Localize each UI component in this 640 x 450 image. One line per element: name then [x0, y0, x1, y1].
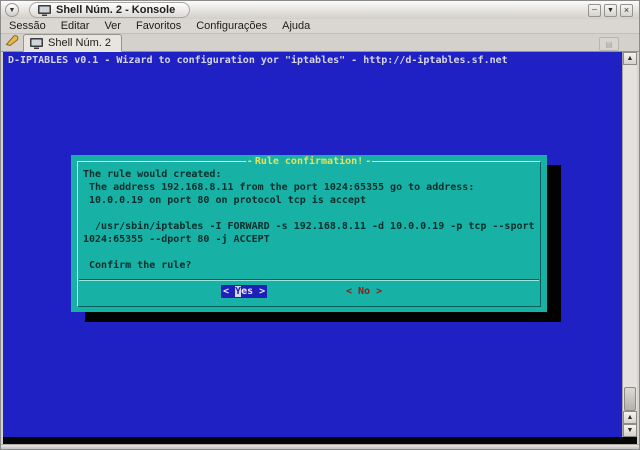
tab-list-icon: ▤ [605, 39, 613, 49]
title-dash-right: - [364, 156, 373, 167]
minimize-button[interactable]: ─ [588, 3, 601, 17]
tab-label: Shell Núm. 2 [48, 37, 111, 49]
close-button[interactable]: × [620, 3, 633, 17]
window-bottom-edge [1, 444, 639, 449]
menu-ver[interactable]: Ver [104, 20, 121, 32]
tabbar: Shell Núm. 2 ▤ [1, 33, 639, 52]
terminal-icon [30, 37, 43, 49]
wizard-backtitle: D-IPTABLES v0.1 - Wizard to configuratio… [8, 55, 508, 66]
dialog-text: The rule would created: The address 192.… [83, 168, 541, 272]
tab-shell-num-2[interactable]: Shell Núm. 2 [23, 34, 122, 52]
title-bubble: Shell Núm. 2 - Konsole [29, 2, 191, 18]
dialog-line [83, 207, 541, 220]
konsole-window: ▼ Shell Núm. 2 - Konsole ─ ▼ × Sessão Ed… [0, 0, 640, 450]
terminal-area: D-IPTABLES v0.1 - Wizard to configuratio… [1, 52, 639, 444]
scrollbar-bottom-buttons: ▲ ▼ [623, 411, 637, 437]
yes-label-pre: < [223, 286, 236, 297]
menu-editar[interactable]: Editar [61, 20, 90, 32]
dialog-line: The rule would created: [83, 169, 222, 180]
terminal-icon [38, 4, 51, 16]
title-dash-left: - [245, 156, 254, 167]
dialog-title: - Rule confirmation! - [71, 156, 547, 167]
dialog-line: 1024:65355 --dport 80 -j ACCEPT [83, 234, 270, 245]
new-session-icon [5, 33, 20, 51]
no-button[interactable]: < No > [346, 285, 382, 298]
menubar: Sessão Editar Ver Favoritos Configuraçõe… [1, 19, 639, 33]
dialog-separator [79, 279, 539, 280]
dialog-line [83, 246, 541, 259]
menu-ajuda[interactable]: Ajuda [282, 20, 310, 32]
yes-button[interactable]: < Yes > [221, 285, 268, 298]
scroll-down-button[interactable]: ▼ [623, 424, 637, 437]
rule-confirmation-dialog: - Rule confirmation! - The rule would crea… [71, 155, 547, 312]
scrollbar-thumb[interactable] [624, 387, 636, 411]
dialog-buttons: < Yes > < No > [71, 285, 547, 298]
close-icon: × [623, 4, 630, 15]
window-controls: ─ ▼ × [588, 3, 633, 17]
menu-sessao[interactable]: Sessão [9, 20, 46, 32]
shade-button[interactable]: ▼ [604, 3, 617, 17]
arrow-up-icon: ▲ [626, 414, 634, 421]
tab-list-button[interactable]: ▤ [599, 37, 619, 51]
scrollbar-track[interactable] [623, 65, 637, 411]
dialog-line: The address 192.168.8.11 from the port 1… [83, 182, 475, 193]
minimize-icon: ─ [592, 6, 597, 14]
window-title: Shell Núm. 2 - Konsole [56, 4, 176, 16]
dialog-line: 10.0.0.19 on port 80 on protocol tcp is … [83, 195, 366, 206]
dialog-line: Confirm the rule? [83, 260, 192, 271]
chevron-down-icon: ▼ [8, 6, 16, 14]
arrow-up-icon: ▲ [626, 55, 634, 62]
titlebar[interactable]: ▼ Shell Núm. 2 - Konsole ─ ▼ × [1, 1, 639, 19]
menu-favoritos[interactable]: Favoritos [136, 20, 181, 32]
window-menu-button[interactable]: ▼ [5, 3, 19, 17]
new-session-button[interactable] [1, 33, 23, 51]
scroll-up-button[interactable]: ▲ [623, 52, 637, 65]
triangle-down-icon: ▼ [607, 6, 614, 14]
menu-configuracoes[interactable]: Configurações [196, 20, 267, 32]
arrow-down-icon: ▼ [626, 427, 634, 434]
scrollbar[interactable]: ▲ ▲ ▼ [622, 52, 637, 437]
yes-label-rest: es > [241, 286, 266, 297]
dialog-title-text: Rule confirmation! [253, 156, 365, 167]
scroll-up-button-2[interactable]: ▲ [623, 411, 637, 424]
terminal-screen[interactable]: D-IPTABLES v0.1 - Wizard to configuratio… [3, 52, 622, 437]
dialog-line: /usr/sbin/iptables -I FORWARD -s 192.168… [83, 221, 535, 232]
